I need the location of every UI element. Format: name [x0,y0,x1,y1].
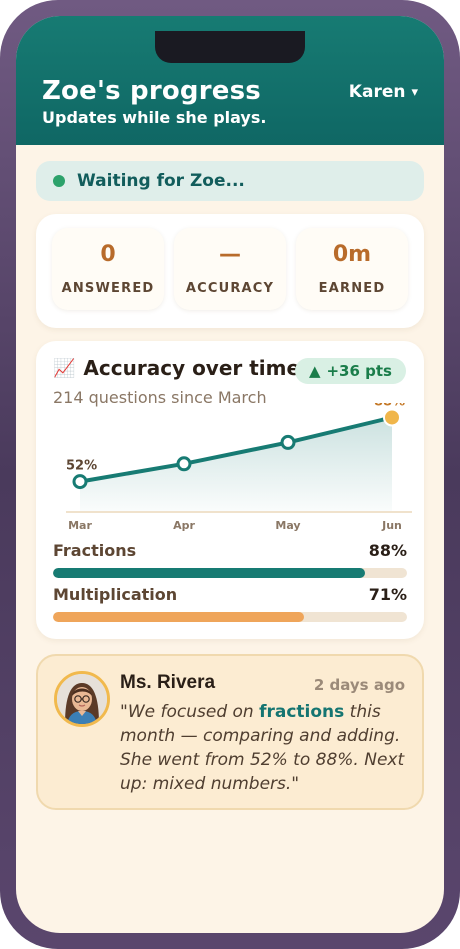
skill-multiplication: Multiplication 71% [53,585,407,622]
app-header: Zoe's progress Updates while she plays. … [16,16,444,145]
quote-highlight: fractions [259,702,345,722]
stat-answered: 0 ANSWERED [52,228,164,310]
accuracy-line-chart: 52% 88% Mar Apr May Jun [66,403,412,532]
teacher-name: Ms. Rivera [120,672,216,693]
stats-card: 0 ANSWERED — ACCURACY 0m EARNED [36,214,424,328]
stat-label: ACCURACY [185,281,275,296]
chart-point [280,434,296,450]
chart-point [176,456,192,472]
chart-point [72,474,88,490]
status-banner: Waiting for Zoe... [36,161,424,201]
teacher-note-card: Ms. Rivera 2 days ago "We focused on fra… [36,654,424,810]
stat-value: 0 [100,242,116,267]
teacher-avatar [54,671,110,727]
accuracy-title-text: Accuracy over time [83,356,301,380]
stat-label: ANSWERED [61,281,155,296]
quote-text: "We focused on [120,702,260,722]
skill-percent: 71% [368,585,407,604]
stat-label: EARNED [318,281,386,296]
skill-progress-track [53,612,407,622]
status-text: Waiting for Zoe... [77,171,245,191]
page-title: Zoe's progress [42,76,261,106]
skill-percent: 88% [368,541,407,560]
chart-area [80,417,392,512]
accuracy-title: 📈 Accuracy over time [53,356,300,380]
delta-value: +36 pts [326,362,392,380]
accuracy-card: 📈 Accuracy over time ▲ +36 pts 214 quest… [36,341,424,639]
chart-x-tick-label: Mar [68,519,92,532]
teacher-portrait-icon [57,674,107,724]
skill-progress-fill [53,612,305,622]
arrow-up-icon: ▲ [308,362,321,380]
skill-fractions: Fractions 88% [53,541,407,578]
app-screen: Zoe's progress Updates while she plays. … [16,16,444,933]
teacher-quote: "We focused on fractions this month — co… [120,700,410,796]
stat-earned: 0m EARNED [296,228,408,310]
note-timestamp: 2 days ago [313,676,405,694]
accuracy-delta-badge: ▲ +36 pts [294,358,406,384]
skill-name: Multiplication [53,585,178,604]
stat-value: 0m [332,242,372,267]
user-name: Karen [348,82,406,102]
chevron-down-icon: ▾ [411,84,418,100]
chart-point-latest [383,408,401,427]
chart-increasing-icon: 📈 [53,357,76,379]
chart-data-label: 88% [374,403,405,409]
status-dot-icon [53,175,65,187]
chart-x-tick-label: Jun [381,519,402,532]
stat-value: — [219,242,241,267]
stat-accuracy: — ACCURACY [174,228,286,310]
user-switcher[interactable]: Karen ▾ [349,82,418,102]
chart-x-tick-label: May [275,519,300,532]
skill-name: Fractions [53,541,137,560]
page-subtitle: Updates while she plays. [42,108,267,127]
skill-progress-fill [53,568,365,578]
phone-frame: Zoe's progress Updates while she plays. … [0,0,460,949]
chart-data-label: 52% [66,459,97,474]
chart-x-tick-label: Apr [173,519,195,532]
skill-progress-track [53,568,407,578]
device-notch [155,31,305,63]
